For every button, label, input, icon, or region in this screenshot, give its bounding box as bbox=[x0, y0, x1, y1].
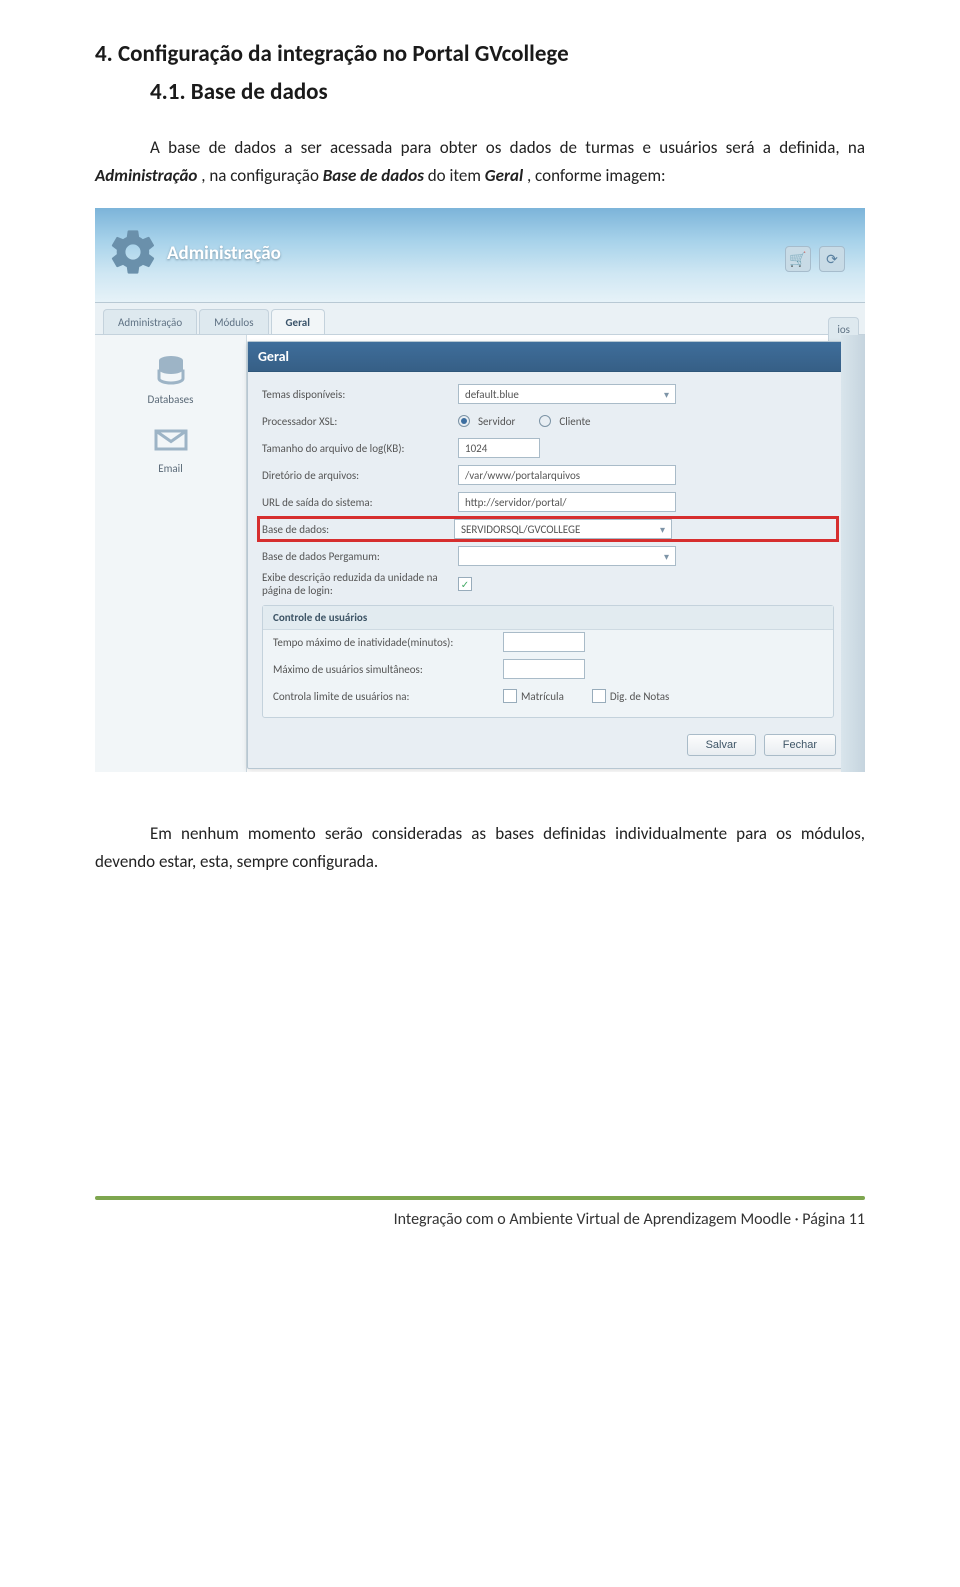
database-icon bbox=[148, 353, 194, 389]
select-base-de-dados[interactable]: SERVIDORSQL/GVCOLLEGE ▾ bbox=[454, 519, 672, 539]
app-tabs: Administração Módulos Geral bbox=[95, 303, 865, 335]
field-label: Máximo de usuários simultâneos: bbox=[273, 663, 503, 676]
app-topbar: Administração 🛒 ⟳ bbox=[95, 208, 865, 303]
sidebar-label: Databases bbox=[148, 393, 194, 406]
topbar-actions: 🛒 ⟳ bbox=[785, 246, 845, 272]
scroll-track bbox=[841, 335, 865, 772]
chevron-down-icon: ▾ bbox=[664, 388, 669, 401]
app-title: Administração bbox=[167, 242, 281, 265]
field-value: /var/www/portalarquivos bbox=[465, 469, 580, 482]
chevron-down-icon: ▾ bbox=[664, 550, 669, 563]
tab-geral[interactable]: Geral bbox=[271, 309, 325, 334]
row-base-de-dados: Base de dados: SERVIDORSQL/GVCOLLEGE ▾ bbox=[258, 517, 838, 541]
field-value: default.blue bbox=[465, 388, 519, 401]
field-value: SERVIDORSQL/GVCOLLEGE bbox=[461, 523, 580, 536]
checkbox-exibe[interactable]: ✓ bbox=[458, 577, 472, 591]
input-max-usuarios[interactable] bbox=[503, 659, 585, 679]
input-url-saida[interactable]: http://servidor/portal/ bbox=[458, 492, 676, 512]
app-sidebar: Databases Email bbox=[95, 335, 247, 772]
emph-geral: Geral bbox=[485, 165, 523, 186]
chevron-down-icon: ▾ bbox=[660, 523, 665, 536]
checkbox-matricula[interactable]: Matrícula bbox=[503, 689, 564, 703]
radio-label: Servidor bbox=[478, 415, 515, 428]
row-url-saida: URL de saída do sistema: http://servidor… bbox=[262, 490, 834, 514]
paragraph-note: Em nenhum momento serão consideradas as … bbox=[95, 820, 865, 876]
select-base-pergamum[interactable]: ▾ bbox=[458, 546, 676, 566]
row-diretorio: Diretório de arquivos: /var/www/portalar… bbox=[262, 463, 834, 487]
field-label: Tempo máximo de inatividade(minutos): bbox=[273, 636, 503, 649]
save-button[interactable]: Salvar bbox=[687, 734, 756, 756]
tab-modulos[interactable]: Módulos bbox=[199, 309, 268, 334]
field-label: Controla limite de usuários na: bbox=[273, 690, 503, 703]
checkbox-label: Dig. de Notas bbox=[610, 690, 670, 703]
group-title: Controle de usuários bbox=[263, 606, 833, 630]
input-tempo-inatividade[interactable] bbox=[503, 632, 585, 652]
sidebar-item-databases[interactable]: Databases bbox=[95, 345, 246, 414]
row-exibe-descricao: Exibe descrição reduzida da unidade na p… bbox=[262, 571, 834, 597]
row-temas: Temas disponíveis: default.blue ▾ bbox=[262, 382, 834, 406]
radio-label: Cliente bbox=[559, 415, 590, 428]
heading-subsection: 4.1. Base de dados bbox=[150, 78, 865, 106]
text-fragment: A base de dados a ser acessada para obte… bbox=[150, 137, 865, 158]
tab-administracao[interactable]: Administração bbox=[103, 309, 197, 334]
field-label: Base de dados Pergamum: bbox=[262, 550, 458, 563]
page-footer: Integração com o Ambiente Virtual de Apr… bbox=[95, 1210, 865, 1229]
input-tamanho-log[interactable]: 1024 bbox=[458, 438, 540, 458]
field-value: http://servidor/portal/ bbox=[465, 496, 567, 509]
row-tempo-inatividade: Tempo máximo de inatividade(minutos): bbox=[263, 630, 833, 654]
field-label: Exibe descrição reduzida da unidade na p… bbox=[262, 571, 458, 597]
cart-icon[interactable]: 🛒 bbox=[785, 246, 811, 272]
row-limite-usuarios: Controla limite de usuários na: Matrícul… bbox=[263, 684, 833, 708]
help-icon[interactable]: ⟳ bbox=[819, 246, 845, 272]
emph-base-de-dados: Base de dados bbox=[323, 165, 424, 186]
panel-actions: Salvar Fechar bbox=[248, 724, 848, 768]
field-label: Tamanho do arquivo de log(KB): bbox=[262, 442, 458, 455]
text-fragment: do item bbox=[428, 165, 485, 186]
app-main: ios Geral Temas disponíveis: default.blu… bbox=[247, 335, 865, 772]
field-value: 1024 bbox=[465, 442, 487, 455]
radio-cliente[interactable]: Cliente bbox=[539, 415, 590, 428]
close-button[interactable]: Fechar bbox=[764, 734, 836, 756]
checkbox-icon bbox=[592, 689, 606, 703]
radio-icon bbox=[539, 415, 551, 427]
field-label: URL de saída do sistema: bbox=[262, 496, 458, 509]
checkbox-dig-notas[interactable]: Dig. de Notas bbox=[592, 689, 670, 703]
panel-title: Geral bbox=[248, 342, 848, 372]
gear-icon bbox=[107, 226, 159, 278]
select-temas[interactable]: default.blue ▾ bbox=[458, 384, 676, 404]
sidebar-label: Email bbox=[158, 462, 182, 475]
app-screenshot: Administração 🛒 ⟳ Administração Módulos … bbox=[95, 208, 865, 772]
field-label: Diretório de arquivos: bbox=[262, 469, 458, 482]
field-label: Processador XSL: bbox=[262, 415, 458, 428]
row-base-pergamum: Base de dados Pergamum: ▾ bbox=[262, 544, 834, 568]
paragraph-intro: A base de dados a ser acessada para obte… bbox=[95, 134, 865, 190]
panel-geral: Geral Temas disponíveis: default.blue ▾ … bbox=[247, 341, 849, 769]
text-fragment: , na configuração bbox=[201, 165, 323, 186]
footer-divider bbox=[95, 1196, 865, 1200]
field-label: Temas disponíveis: bbox=[262, 388, 458, 401]
input-diretorio[interactable]: /var/www/portalarquivos bbox=[458, 465, 676, 485]
radio-servidor[interactable]: Servidor bbox=[458, 415, 515, 428]
field-label: Base de dados: bbox=[262, 523, 454, 536]
text-fragment: , conforme imagem: bbox=[527, 165, 666, 186]
row-tamanho-log: Tamanho do arquivo de log(KB): 1024 bbox=[262, 436, 834, 460]
heading-section: 4. Configuração da integração no Portal … bbox=[95, 40, 865, 68]
group-controle-usuarios: Controle de usuários Tempo máximo de ina… bbox=[262, 605, 834, 718]
radio-icon bbox=[458, 415, 470, 427]
checkbox-icon bbox=[503, 689, 517, 703]
sidebar-item-email[interactable]: Email bbox=[95, 414, 246, 483]
checkbox-label: Matrícula bbox=[521, 690, 564, 703]
row-max-usuarios: Máximo de usuários simultâneos: bbox=[263, 657, 833, 681]
mail-icon bbox=[148, 422, 194, 458]
emph-administracao: Administração bbox=[95, 165, 197, 186]
row-processador: Processador XSL: Servidor Cliente bbox=[262, 409, 834, 433]
